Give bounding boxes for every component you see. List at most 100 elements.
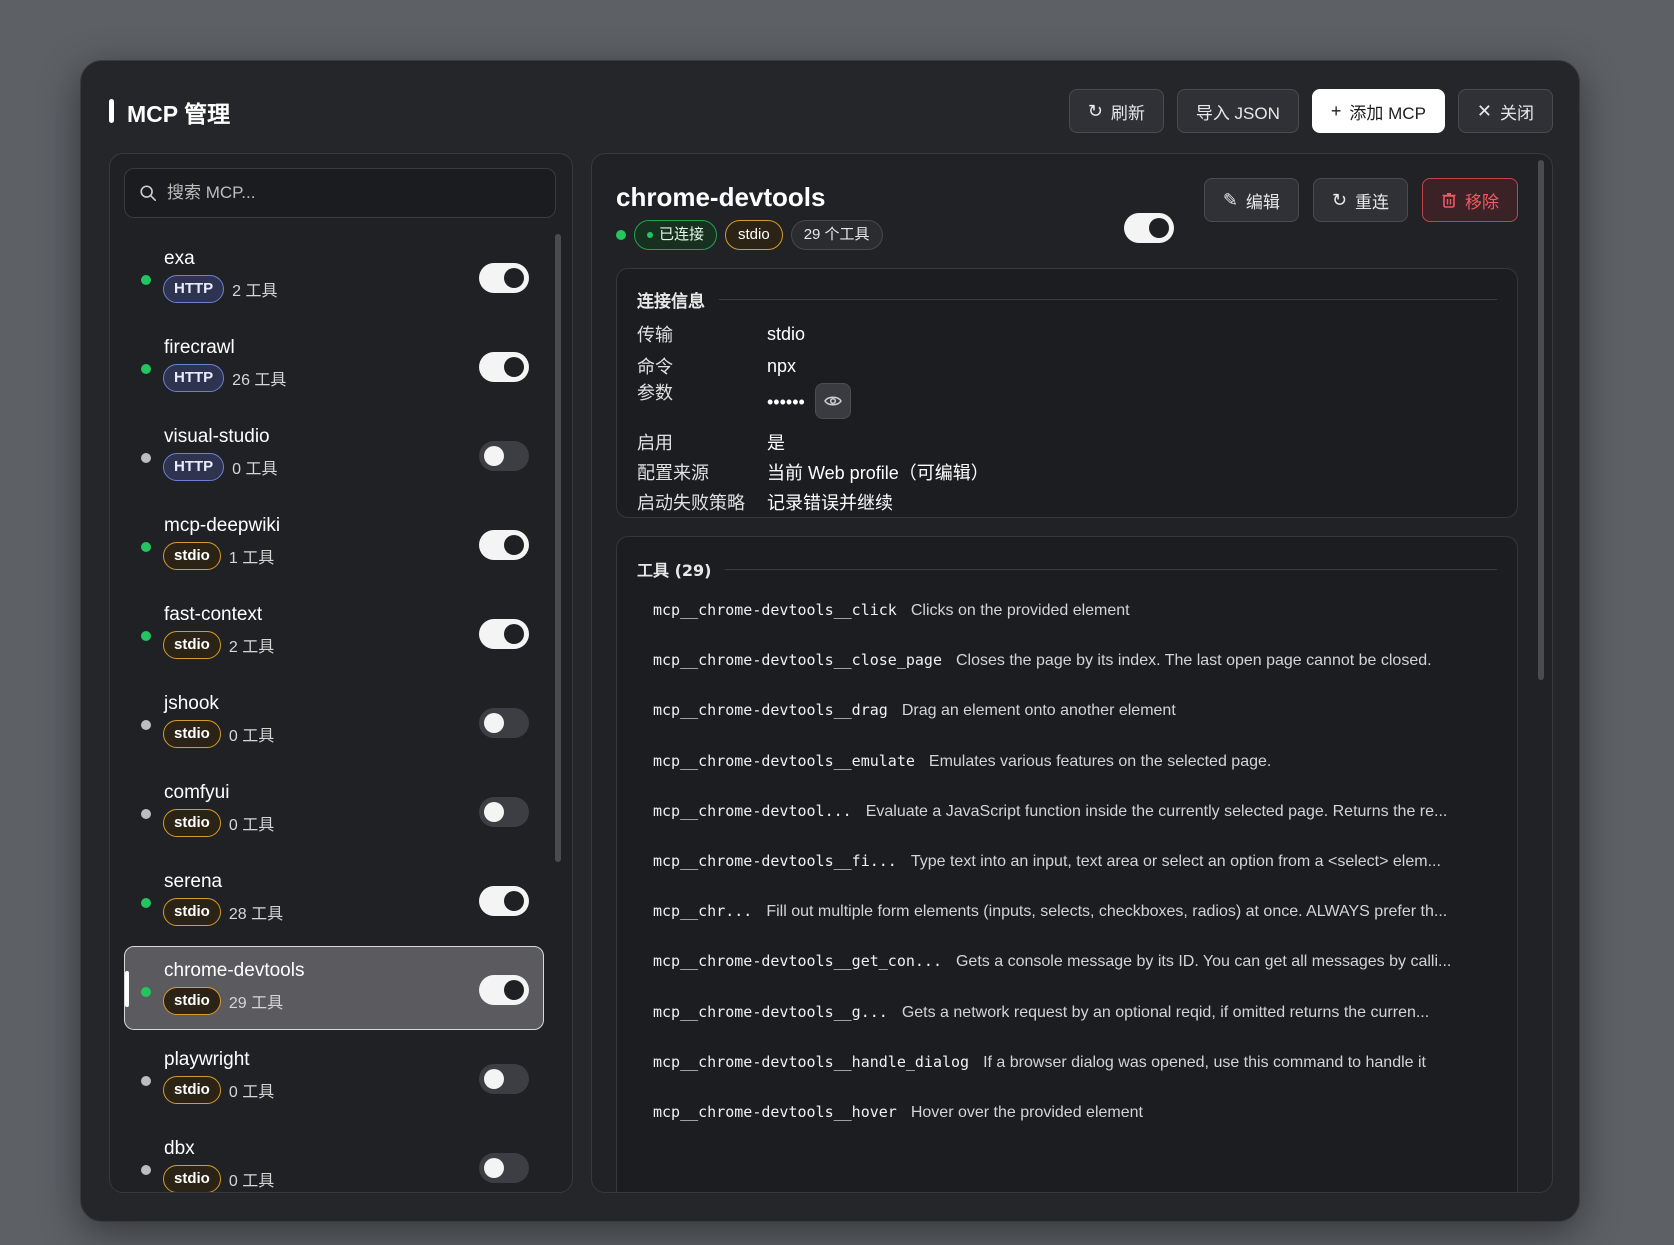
tools-header: 工具 (29) [637, 557, 1497, 581]
tools-count: 2 工具 [228, 639, 275, 656]
mcp-meta: stdio 0 工具 [163, 1165, 274, 1192]
info-key: 启用 [637, 433, 673, 453]
mcp-list-item[interactable]: exa HTTP 2 工具 [124, 234, 544, 318]
mcp-enable-toggle[interactable] [479, 1064, 529, 1094]
tool-row[interactable]: mcp__chrome-devtools__emulate Emulates v… [653, 752, 1271, 771]
mcp-list-item[interactable]: serena stdio 28 工具 [124, 857, 544, 941]
tool-row[interactable]: mcp__chrome-devtools__hover Hover over t… [653, 1103, 1143, 1122]
search-input[interactable] [167, 183, 547, 203]
add-mcp-button[interactable]: + 添加 MCP [1311, 89, 1445, 133]
mcp-enable-toggle[interactable] [479, 619, 529, 649]
info-row-command: 命令 npx [637, 353, 796, 379]
status-dot [141, 720, 151, 730]
mcp-name: firecrawl [164, 337, 235, 358]
list-scrollbar[interactable] [555, 234, 561, 862]
tool-name: mcp__chrome-devtools__drag [653, 701, 888, 720]
tool-description: Gets a network request by an optional re… [901, 1003, 1430, 1021]
tool-name: mcp__chrome-devtools__get_con... [653, 952, 942, 971]
info-value: 当前 Web profile（可编辑） [767, 463, 989, 483]
tool-description: If a browser dialog was opened, use this… [983, 1053, 1426, 1071]
mcp-detail-panel: chrome-devtools 已连接 stdio 29 个工具 ✎ 编辑 ↻ … [591, 153, 1553, 1193]
mcp-list-item[interactable]: firecrawl HTTP 26 工具 [124, 323, 544, 407]
toggle-knob [504, 624, 524, 644]
mcp-meta: stdio 0 工具 [163, 720, 274, 748]
mcp-name: comfyui [164, 782, 230, 803]
trash-icon [1442, 193, 1456, 208]
tool-row[interactable]: mcp__chr... Fill out multiple form eleme… [653, 902, 1447, 921]
mcp-enable-toggle[interactable] [479, 975, 529, 1005]
tool-row[interactable]: mcp__chrome-devtools__get_con... Gets a … [653, 952, 1451, 971]
tool-description: Hover over the provided element [910, 1104, 1143, 1121]
transport-badge: stdio [163, 809, 221, 837]
status-badge: 已连接 [634, 220, 718, 250]
tool-row[interactable]: mcp__chrome-devtools__drag Drag an eleme… [653, 701, 1176, 720]
tool-description: Evaluate a JavaScript function inside th… [865, 802, 1448, 820]
edit-button[interactable]: ✎ 编辑 [1203, 178, 1299, 222]
status-mini-dot [647, 232, 653, 238]
tool-description: Drag an element onto another element [901, 702, 1176, 720]
reconnect-button[interactable]: ↻ 重连 [1312, 178, 1408, 222]
divider [725, 568, 1497, 570]
toggle-knob [504, 357, 524, 377]
tools-count-badge: 29 个工具 [790, 220, 883, 250]
search-icon [140, 185, 157, 202]
tool-row[interactable]: mcp__chrome-devtools__g... Gets a networ… [653, 1003, 1429, 1022]
mcp-enable-toggle[interactable] [479, 530, 529, 560]
tool-description: Gets a console message by its ID. You ca… [955, 953, 1452, 971]
title-accent-bar [109, 99, 114, 123]
mcp-enable-toggle[interactable] [479, 441, 529, 471]
status-dot [141, 364, 151, 374]
import-json-label: 导入 JSON [1195, 103, 1280, 123]
mcp-enable-toggle[interactable] [479, 886, 529, 916]
transport-badge: HTTP [163, 364, 225, 392]
mcp-enable-toggle[interactable] [479, 708, 529, 738]
mcp-list-item[interactable]: dbx stdio 0 工具 [124, 1124, 544, 1192]
mcp-list-item[interactable]: comfyui stdio 0 工具 [124, 768, 544, 852]
info-row-transport: 传输 stdio [637, 321, 805, 347]
tool-row[interactable]: mcp__chrome-devtools__fi... Type text in… [653, 852, 1441, 871]
reconnect-label: 重连 [1355, 192, 1389, 212]
mcp-enable-toggle[interactable] [479, 1153, 529, 1183]
tools-count: 0 工具 [228, 817, 275, 834]
detail-scrollbar[interactable] [1538, 160, 1544, 680]
mcp-meta: stdio 2 工具 [163, 631, 274, 659]
mcp-enable-toggle[interactable] [479, 352, 529, 382]
transport-badge: HTTP [163, 275, 225, 303]
reconnect-icon: ↻ [1331, 190, 1347, 210]
edit-label: 编辑 [1245, 192, 1280, 212]
tool-name: mcp__chrome-devtools__close_page [653, 651, 942, 670]
mcp-name: exa [164, 248, 195, 269]
refresh-icon: ↻ [1087, 101, 1103, 121]
tool-row[interactable]: mcp__chrome-devtools__close_page Closes … [653, 651, 1432, 670]
mcp-meta: stdio 0 工具 [163, 809, 274, 837]
status-dot [141, 275, 151, 285]
tool-row[interactable]: mcp__chrome-devtools__handle_dialog If a… [653, 1053, 1426, 1072]
tool-name: mcp__chrome-devtools__g... [653, 1002, 888, 1021]
tool-row[interactable]: mcp__chrome-devtool... Evaluate a JavaSc… [653, 802, 1447, 821]
reveal-args-button[interactable] [814, 383, 851, 419]
info-key: 传输 [637, 325, 673, 345]
mcp-meta: HTTP 2 工具 [163, 275, 278, 303]
mcp-list-item[interactable]: mcp-deepwiki stdio 1 工具 [124, 501, 544, 585]
tools-count: 0 工具 [232, 461, 278, 478]
mcp-meta: HTTP 0 工具 [163, 453, 278, 481]
mcp-list-panel: exa HTTP 2 工具 firecrawl HTTP 26 工具 visua… [109, 153, 573, 1193]
close-button[interactable]: ✕ 关闭 [1457, 89, 1553, 133]
mcp-enable-toggle[interactable] [479, 263, 529, 293]
connection-info-title: 连接信息 [637, 292, 705, 311]
mcp-list-item[interactable]: visual-studio HTTP 0 工具 [124, 412, 544, 496]
remove-button[interactable]: 移除 [1422, 178, 1518, 222]
info-key: 命令 [637, 357, 673, 377]
transport-badge: HTTP [163, 453, 225, 481]
mcp-list-item[interactable]: chrome-devtools stdio 29 工具 [124, 946, 544, 1030]
mcp-list-item[interactable]: jshook stdio 0 工具 [124, 679, 544, 763]
mcp-list-item[interactable]: playwright stdio 0 工具 [124, 1035, 544, 1119]
import-json-button[interactable]: 导入 JSON [1176, 89, 1299, 133]
tool-row[interactable]: mcp__chrome-devtools__click Clicks on th… [653, 601, 1130, 620]
mcp-list-item[interactable]: fast-context stdio 2 工具 [124, 590, 544, 674]
refresh-button[interactable]: ↻ 刷新 [1068, 89, 1164, 133]
detail-enable-toggle[interactable] [1123, 213, 1174, 243]
connection-info-card: 连接信息 传输 stdio 命令 npx 参数 •••••• 启用 是 配置来源… [616, 268, 1518, 518]
mcp-enable-toggle[interactable] [479, 797, 529, 827]
detail-title: chrome-devtools [616, 182, 826, 212]
